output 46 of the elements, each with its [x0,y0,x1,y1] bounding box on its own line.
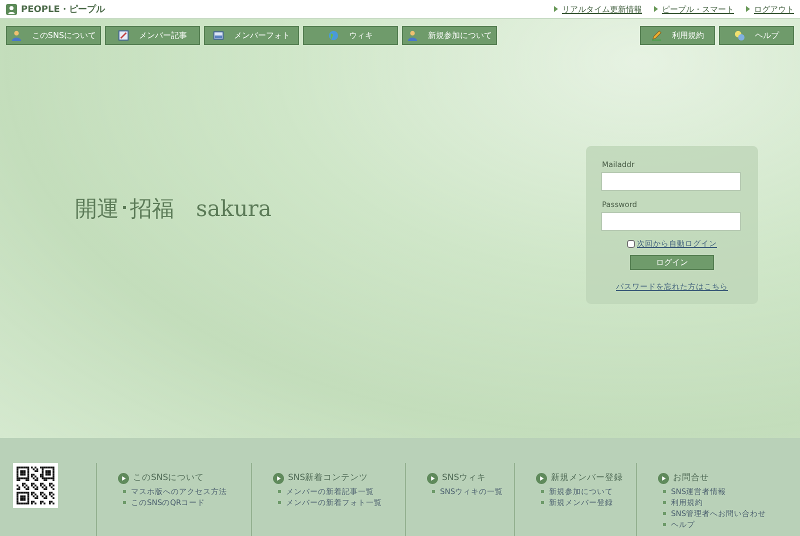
footer-heading[interactable]: SNSウィキ [442,472,486,484]
play-icon [118,472,129,484]
login-button[interactable]: ログイン [630,255,714,270]
play-icon [536,472,547,484]
site-title: 開運･招福 sakura [75,196,272,224]
bullet-icon [663,501,666,504]
nav-button[interactable]: 利用規約 [640,26,715,45]
help-icon [734,30,745,41]
bullet-icon [123,490,126,493]
footer-heading[interactable]: お問合せ [673,472,709,484]
picture-icon [213,30,224,41]
header-link[interactable]: リアルタイム更新情報 [554,4,642,14]
bullet-icon [278,501,281,504]
person-icon [407,30,418,41]
play-icon [427,472,438,484]
email-field[interactable] [601,172,741,191]
site-logo[interactable]: PEOPLE・ピープル [21,2,105,16]
person-icon [6,4,17,14]
auto-login-checkbox[interactable] [627,240,635,248]
play-icon [273,472,284,484]
person-icon [10,30,22,41]
nav-button[interactable]: ヘルプ [719,26,794,45]
bullet-icon [541,490,544,493]
header-link[interactable]: ログアウト [746,4,794,14]
globe-icon [328,30,339,41]
bullet-icon [123,501,126,504]
bullet-icon [432,490,435,493]
notebook-icon [118,30,129,41]
bullet-icon [663,490,666,493]
nav-button[interactable]: 新規参加について [402,26,497,45]
nav-button[interactable]: ウィキ [303,26,398,45]
nav-button[interactable]: メンバーフォト [204,26,299,45]
bullet-icon [663,523,666,526]
qr-code-icon [13,463,58,508]
nav-button[interactable]: このSNSについて [6,26,101,45]
play-icon [658,472,669,484]
bullet-icon [541,501,544,504]
password-field[interactable] [601,212,741,231]
footer-heading[interactable]: SNS新着コンテンツ [288,472,368,484]
bullet-icon [663,512,666,515]
pencil-icon [651,30,662,41]
nav-button[interactable]: メンバー記事 [105,26,200,45]
bullet-icon [278,490,281,493]
footer-heading[interactable]: 新規メンバー登録 [551,472,623,484]
footer-heading[interactable]: このSNSについて [133,472,204,484]
header-link[interactable]: ピープル・スマート [654,4,734,14]
